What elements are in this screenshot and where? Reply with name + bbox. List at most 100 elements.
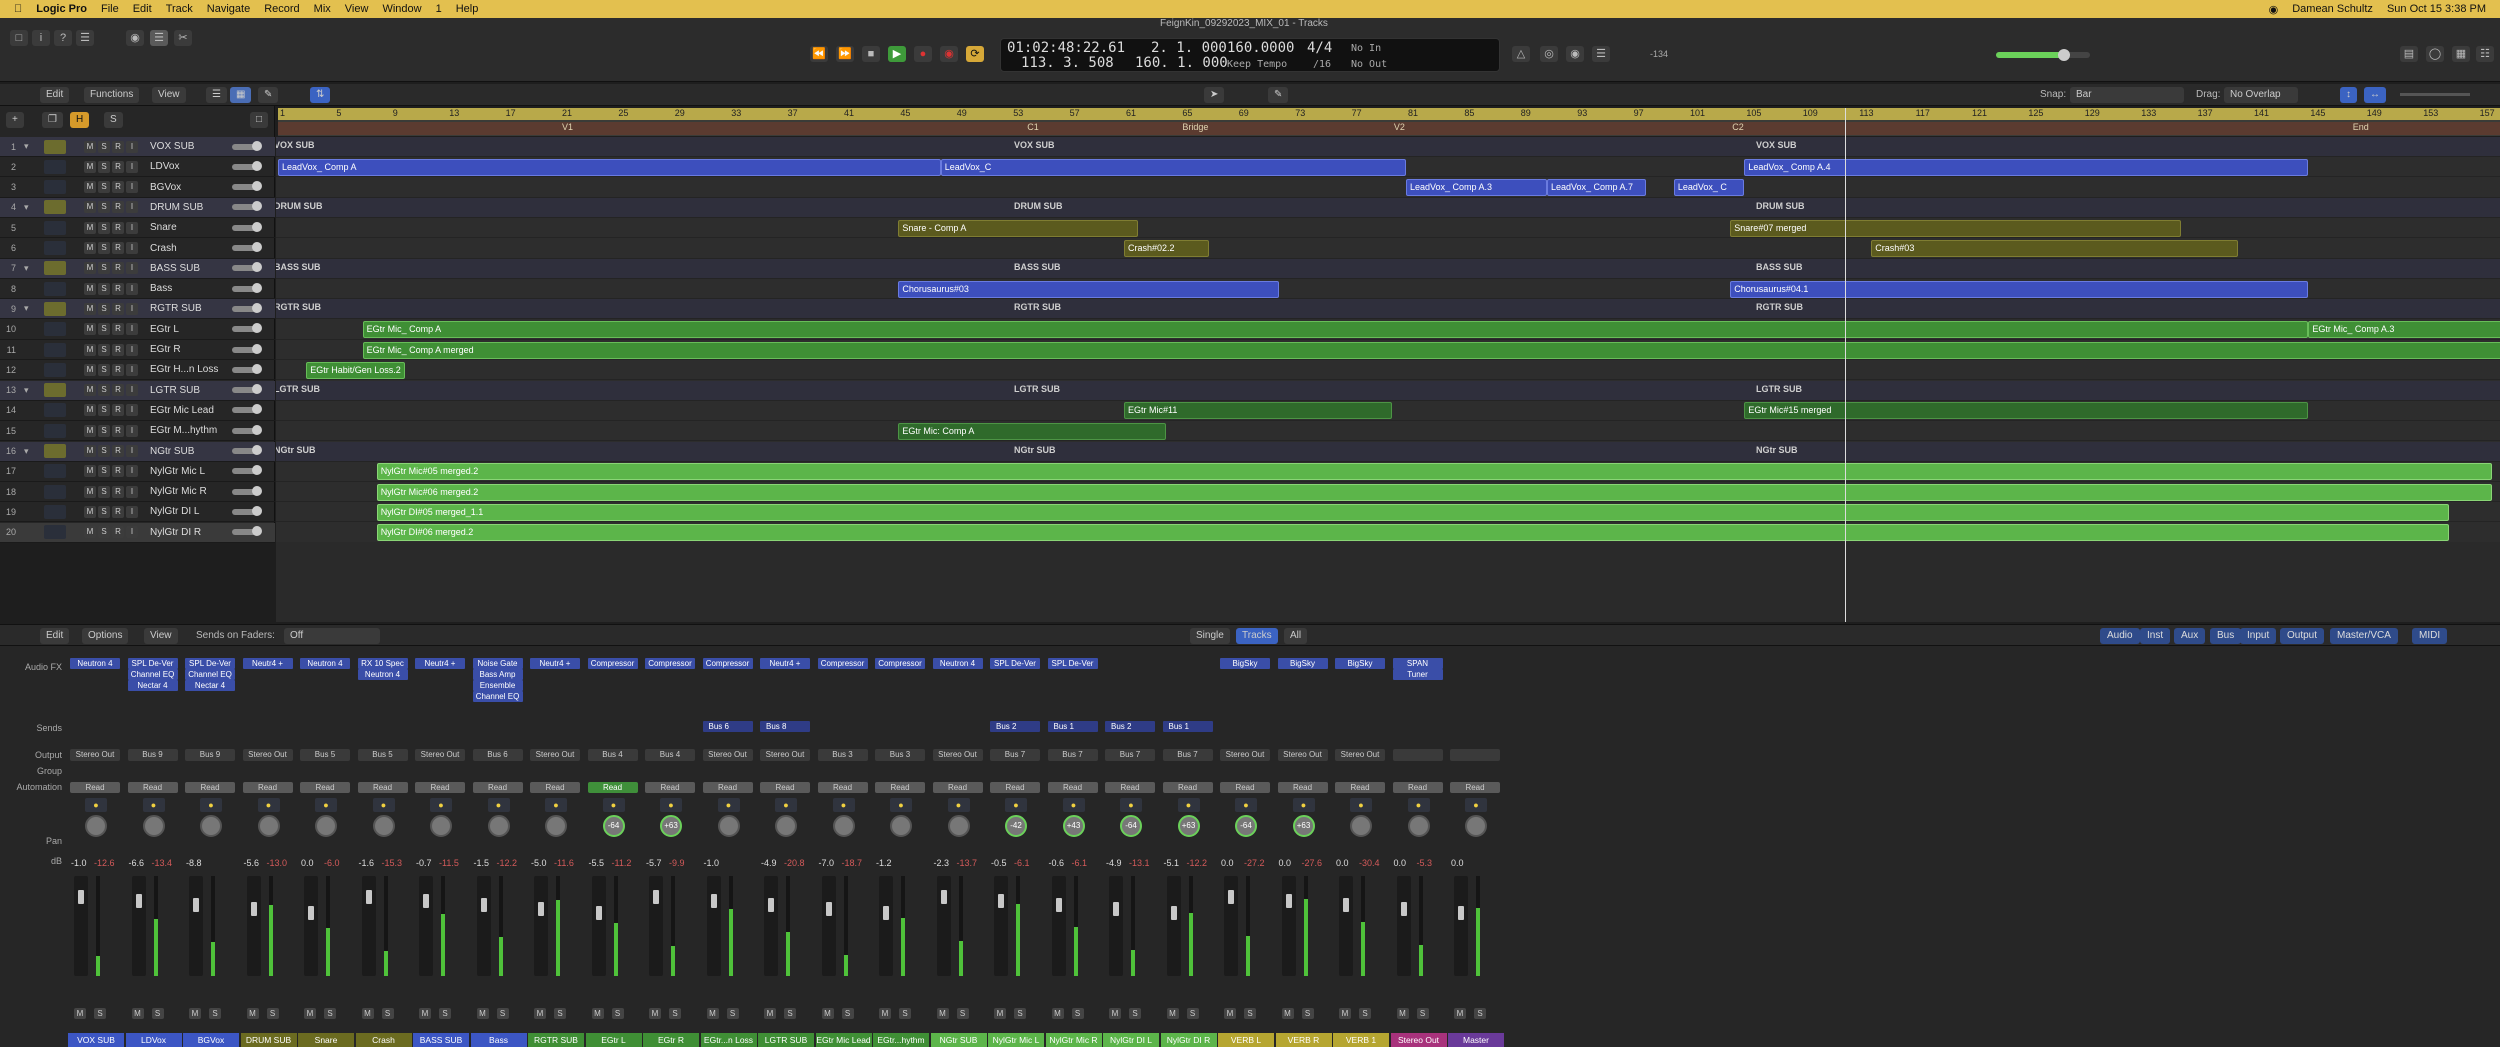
automation-mode[interactable]: Read [932, 782, 983, 793]
plugin-slot[interactable]: SPAN [1392, 658, 1443, 669]
volume-readout[interactable]: -1.5 [474, 858, 490, 868]
volume-fader[interactable] [131, 876, 146, 976]
pan-knob[interactable] [545, 815, 567, 837]
track-i-button[interactable]: I [126, 323, 138, 336]
record-icon[interactable]: ● [914, 46, 932, 62]
strip-s-button[interactable]: S [726, 1008, 739, 1019]
send-slot[interactable]: Bus 8 [760, 721, 810, 732]
strip-name[interactable]: BASS SUB [413, 1033, 469, 1047]
output-slot[interactable] [1392, 749, 1443, 761]
volume-readout[interactable]: 0.0 [1221, 858, 1234, 868]
track-lane[interactable] [276, 258, 2500, 279]
track-m-button[interactable]: M [84, 424, 96, 437]
tracks-functions-menu[interactable]: Functions [84, 87, 140, 103]
output-slot[interactable]: Stereo Out [702, 749, 753, 761]
strip-s-button[interactable]: S [1129, 1008, 1141, 1019]
output-slot[interactable]: Stereo Out [530, 749, 580, 761]
track-r-button[interactable]: R [112, 445, 124, 457]
volume-knob[interactable] [252, 424, 262, 435]
strip-m-button[interactable]: M [419, 1008, 431, 1019]
menu-window[interactable]: Window [382, 3, 421, 15]
menu-view[interactable]: View [345, 3, 369, 15]
channel-icon[interactable]: ● [1350, 798, 1372, 812]
plugin-slot[interactable]: Channel EQ [472, 691, 523, 702]
strip-m-button[interactable]: M [1166, 1008, 1179, 1019]
automation-mode[interactable]: Read [530, 782, 580, 793]
volume-fader[interactable] [936, 876, 951, 976]
menu-track[interactable]: Track [166, 3, 193, 15]
track-volume-slider[interactable] [232, 221, 262, 232]
fader-cap[interactable] [1170, 906, 1177, 920]
strip-m-button[interactable]: M [1109, 1008, 1121, 1019]
strip-s-button[interactable]: S [611, 1008, 624, 1019]
automation-mode[interactable]: Read [415, 782, 465, 793]
strip-name[interactable]: VOX SUB [68, 1033, 124, 1047]
strip-m-button[interactable]: M [764, 1008, 776, 1019]
track-s-button[interactable]: S [98, 485, 110, 498]
volume-readout[interactable]: -1.6 [359, 858, 375, 868]
track-m-button[interactable]: M [84, 404, 96, 417]
volume-readout[interactable]: 0.0 [1336, 858, 1349, 868]
forward-icon[interactable]: ⏩ [836, 46, 854, 62]
waveform-zoom-icon[interactable]: ↕ [2340, 87, 2357, 103]
track-volume-slider[interactable] [232, 465, 262, 476]
track-lane[interactable] [276, 137, 2500, 157]
fader-cap[interactable] [825, 902, 832, 916]
pan-knob[interactable] [1465, 815, 1487, 837]
track-s-button[interactable]: S [98, 282, 110, 295]
track-header[interactable]: 7 ▾ M S R I BASS SUB [0, 258, 275, 279]
peak-readout[interactable]: -30.4 [1359, 858, 1380, 868]
audio-region[interactable]: Snare#07 merged [1730, 219, 2182, 237]
arrange-area[interactable]: VOX SUB VOX SUB VOX SUB DRUM SUB DRUM SUB DRU… [276, 137, 2500, 542]
fader-cap[interactable] [308, 906, 314, 920]
track-r-button[interactable]: R [112, 505, 124, 518]
track-s-button[interactable]: S [98, 384, 110, 397]
channel-icon[interactable]: ● [1062, 798, 1085, 812]
pan-knob[interactable] [372, 815, 395, 837]
strip-s-button[interactable]: S [209, 1008, 221, 1019]
output-slot[interactable]: Bus 4 [587, 749, 638, 761]
strip-m-button[interactable]: M [821, 1008, 834, 1019]
peak-readout[interactable]: -15.3 [382, 858, 403, 868]
rewind-icon[interactable]: ⏪ [810, 46, 828, 62]
channel-icon[interactable]: ● [1407, 798, 1430, 812]
volume-knob[interactable] [252, 201, 262, 212]
master-volume-slider[interactable] [1996, 49, 2090, 61]
mixer-view-menu[interactable]: View [144, 628, 178, 644]
track-m-button[interactable]: M [84, 363, 96, 376]
track-s-button[interactable]: S [98, 140, 110, 153]
track-name[interactable]: Bass [150, 283, 172, 294]
pan-knob[interactable] [142, 815, 165, 837]
volume-fader[interactable] [591, 876, 606, 976]
track-i-button[interactable]: I [126, 262, 138, 275]
track-i-button[interactable]: I [126, 282, 138, 295]
track-m-button[interactable]: M [84, 242, 96, 254]
volume-fader[interactable] [1281, 876, 1296, 976]
track-r-button[interactable]: R [112, 221, 124, 234]
fader-cap[interactable] [653, 890, 659, 904]
strip-s-button[interactable]: S [956, 1008, 969, 1019]
track-name[interactable]: VOX SUB [150, 141, 194, 152]
volume-fader[interactable] [361, 876, 376, 976]
track-name[interactable]: NGtr SUB [150, 446, 194, 457]
track-header[interactable]: 5 M S R I Snare [0, 218, 275, 239]
audio-region[interactable]: EGtr Mic#11 [1124, 402, 1392, 420]
fader-cap[interactable] [193, 898, 199, 912]
volume-readout[interactable]: -8.8 [186, 858, 202, 868]
output-slot[interactable]: Bus 7 [1162, 749, 1213, 761]
marker-label[interactable]: C1 [1027, 122, 1039, 132]
menu-mix[interactable]: Mix [314, 3, 331, 15]
audio-region[interactable]: LeadVox_ Comp A.7 [1547, 179, 1646, 197]
volume-knob[interactable] [252, 343, 262, 354]
strip-m-button[interactable]: M [246, 1008, 259, 1019]
strip-s-button[interactable]: S [1359, 1008, 1371, 1019]
volume-knob[interactable] [252, 505, 262, 516]
toolbar-icon[interactable]: ☰ [76, 30, 94, 46]
automation-mode[interactable]: Read [242, 782, 293, 793]
volume-fader[interactable] [879, 876, 893, 976]
plugin-slot[interactable]: Nectar 4 [185, 680, 235, 691]
mixer-options-menu[interactable]: Options [82, 628, 129, 644]
fader-cap[interactable] [538, 902, 544, 916]
fader-cap[interactable] [1343, 898, 1349, 912]
strip-s-button[interactable]: S [496, 1008, 509, 1019]
